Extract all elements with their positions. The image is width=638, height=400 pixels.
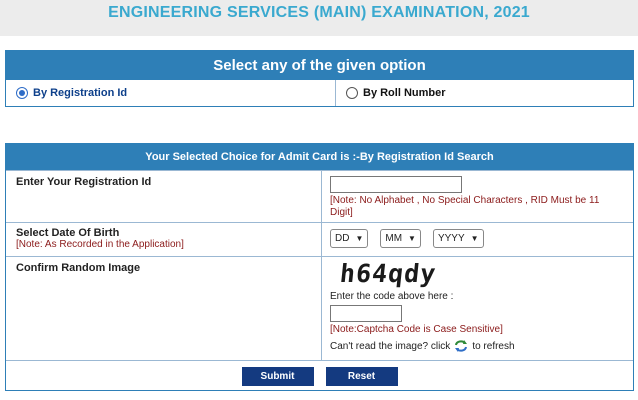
registration-value-cell: [Note: No Alphabet , No Special Characte… — [322, 171, 633, 222]
radio-registration-id[interactable] — [16, 87, 28, 99]
registration-note: [Note: No Alphabet , No Special Characte… — [330, 195, 600, 218]
registration-id-input[interactable] — [330, 176, 462, 193]
dob-month-value: MM — [385, 233, 403, 244]
captcha-instruction: Enter the code above here : — [330, 291, 454, 302]
dob-note: [Note: As Recorded in the Application] — [16, 239, 184, 250]
captcha-label: Confirm Random Image — [6, 257, 322, 360]
captcha-value-cell: h64qdy Enter the code above here : [Note… — [322, 257, 633, 360]
button-row: Submit Reset — [6, 360, 633, 392]
option-roll-number-label: By Roll Number — [363, 87, 446, 99]
captcha-note: [Note:Captcha Code is Case Sensitive] — [330, 324, 503, 335]
form-heading: Your Selected Choice for Admit Card is :… — [6, 144, 633, 170]
dob-year-select[interactable]: YYYY ▼ — [432, 229, 484, 248]
option-panel: Select any of the given option By Regist… — [5, 50, 634, 107]
page-title: ENGINEERING SERVICES (MAIN) EXAMINATION,… — [108, 4, 530, 21]
dob-year-value: YYYY — [437, 233, 465, 244]
captcha-refresh-text: to refresh — [472, 340, 515, 352]
registration-row: Enter Your Registration Id [Note: No Alp… — [6, 170, 633, 222]
registration-label: Enter Your Registration Id — [6, 171, 322, 222]
chevron-down-icon: ▼ — [408, 234, 416, 243]
captcha-cant-read-text: Can't read the image? click — [330, 340, 451, 352]
captcha-refresh-line: Can't read the image? click to refresh — [330, 340, 633, 352]
radio-roll-number[interactable] — [346, 87, 358, 99]
reset-button[interactable]: Reset — [325, 367, 398, 386]
dob-label: Select Date Of Birth [Note: As Recorded … — [6, 223, 322, 256]
dob-day-value: DD — [335, 233, 350, 244]
registration-label-text: Enter Your Registration Id — [16, 176, 152, 188]
option-roll-number[interactable]: By Roll Number — [336, 80, 633, 106]
option-registration-id-label: By Registration Id — [33, 87, 128, 99]
submit-button[interactable]: Submit — [241, 367, 314, 386]
dob-day-select[interactable]: DD ▼ — [330, 229, 369, 248]
option-registration-id[interactable]: By Registration Id — [6, 80, 336, 106]
admit-card-form: Your Selected Choice for Admit Card is :… — [5, 143, 634, 391]
dob-value-cell: DD ▼ MM ▼ YYYY ▼ — [322, 223, 633, 256]
captcha-image: h64qdy — [338, 259, 438, 288]
dob-label-text: Select Date Of Birth — [16, 227, 120, 239]
captcha-label-text: Confirm Random Image — [16, 262, 141, 274]
refresh-icon[interactable] — [454, 340, 468, 352]
dob-month-select[interactable]: MM ▼ — [380, 229, 421, 248]
chevron-down-icon: ▼ — [355, 234, 364, 243]
option-panel-heading: Select any of the given option — [6, 51, 633, 80]
option-row: By Registration Id By Roll Number — [6, 80, 633, 106]
captcha-input[interactable] — [330, 305, 402, 322]
chevron-down-icon: ▼ — [470, 234, 479, 243]
captcha-row: Confirm Random Image h64qdy Enter the co… — [6, 256, 633, 360]
dob-row: Select Date Of Birth [Note: As Recorded … — [6, 222, 633, 256]
